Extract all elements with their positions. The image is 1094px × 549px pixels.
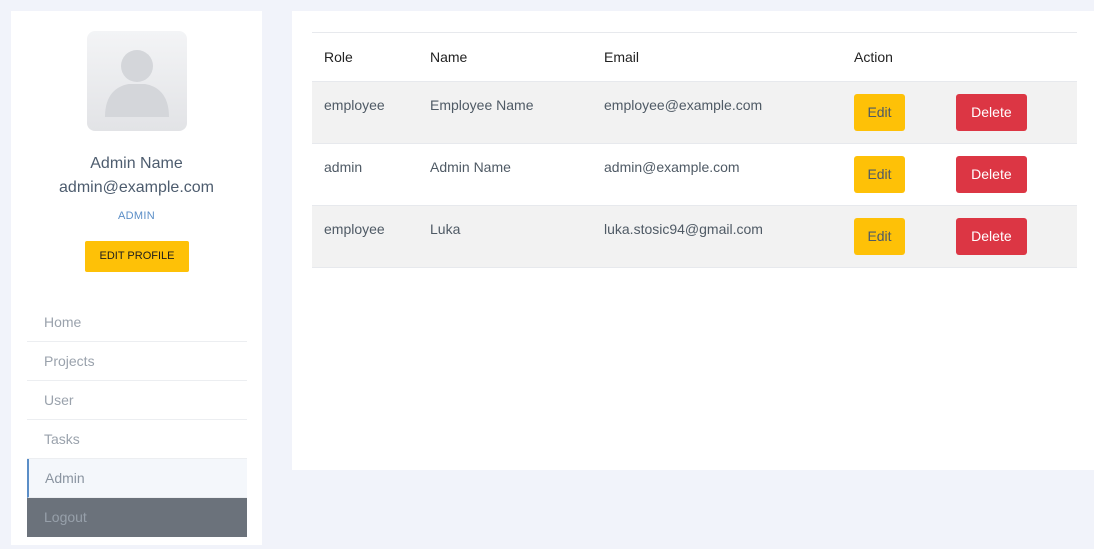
sidebar-item-home[interactable]: Home — [27, 303, 247, 342]
header-email: Email — [604, 32, 854, 82]
cell-email: employee@example.com — [604, 81, 854, 144]
cell-action: Edit Delete — [854, 143, 1077, 206]
table-header: Role Name Email Action — [312, 32, 1077, 82]
table-body: employee Employee Name employee@example.… — [312, 81, 1077, 268]
cell-name: Employee Name — [430, 81, 604, 144]
avatar — [87, 31, 187, 131]
cell-name: Admin Name — [430, 143, 604, 206]
delete-button[interactable]: Delete — [955, 156, 1027, 193]
delete-button[interactable]: Delete — [955, 218, 1027, 255]
sidebar-item-user[interactable]: User — [27, 381, 247, 420]
cell-action: Edit Delete — [854, 205, 1077, 268]
profile-name: Admin Name — [90, 155, 183, 172]
cell-role: employee — [312, 81, 430, 144]
profile-email: admin@example.com — [59, 179, 214, 196]
sidebar-item-projects[interactable]: Projects — [27, 342, 247, 381]
edit-button[interactable]: Edit — [854, 156, 905, 193]
edit-button[interactable]: Edit — [854, 94, 905, 131]
page: Admin Name admin@example.com ADMIN EDIT … — [0, 0, 1094, 549]
sidebar-item-admin[interactable]: Admin — [27, 459, 247, 498]
edit-profile-button[interactable]: EDIT PROFILE — [85, 241, 189, 272]
header-row: Role Name Email Action — [312, 32, 1077, 82]
main-panel: Role Name Email Action employee Employee… — [292, 11, 1094, 470]
header-role: Role — [312, 32, 430, 82]
sidebar-nav: Home Projects User Tasks Admin Logout — [27, 303, 247, 537]
table-row: employee Employee Name employee@example.… — [312, 81, 1077, 144]
user-placeholder-icon — [105, 50, 169, 117]
delete-button[interactable]: Delete — [955, 94, 1027, 131]
cell-action: Edit Delete — [854, 81, 1077, 144]
cell-email: admin@example.com — [604, 143, 854, 206]
sidebar-item-tasks[interactable]: Tasks — [27, 420, 247, 459]
header-name: Name — [430, 32, 604, 82]
table-row: admin Admin Name admin@example.com Edit … — [312, 143, 1077, 206]
cell-name: Luka — [430, 205, 604, 268]
users-table: Role Name Email Action employee Employee… — [312, 32, 1077, 268]
table-row: employee Luka luka.stosic94@gmail.com Ed… — [312, 205, 1077, 268]
cell-role: employee — [312, 205, 430, 268]
sidebar-item-logout[interactable]: Logout — [27, 498, 247, 537]
edit-button[interactable]: Edit — [854, 218, 905, 255]
profile-role-badge: ADMIN — [118, 210, 155, 222]
sidebar: Admin Name admin@example.com ADMIN EDIT … — [11, 11, 262, 545]
cell-role: admin — [312, 143, 430, 206]
header-action: Action — [854, 32, 1077, 82]
cell-email: luka.stosic94@gmail.com — [604, 205, 854, 268]
